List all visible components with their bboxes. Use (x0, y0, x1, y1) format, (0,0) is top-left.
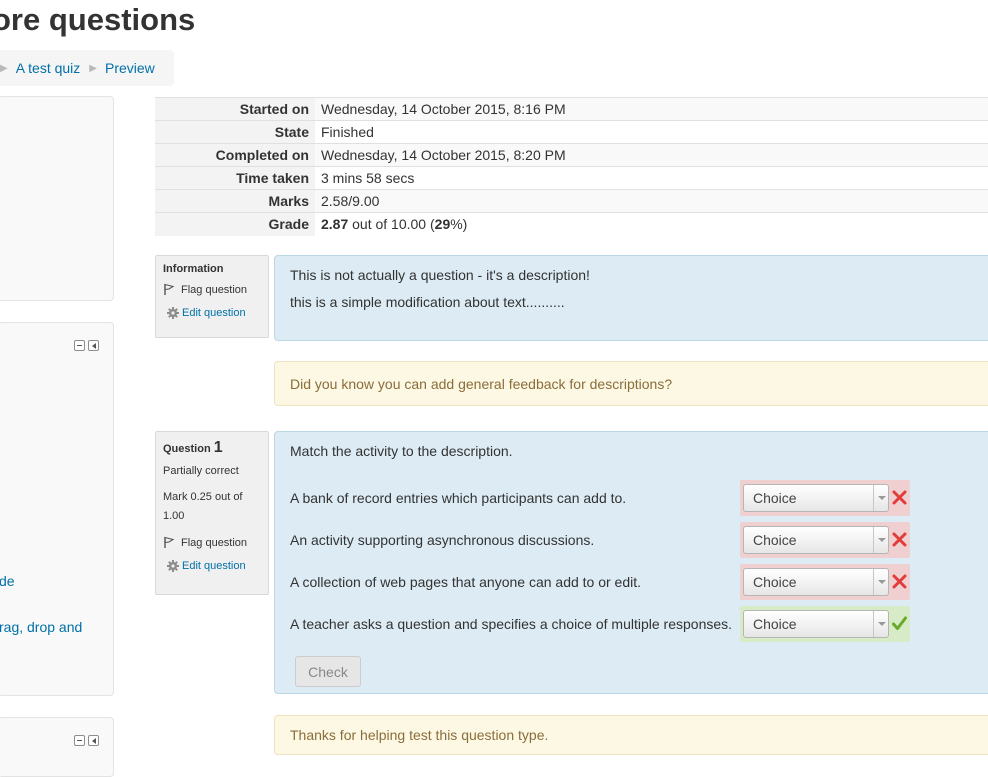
block-controls (74, 340, 99, 351)
summary-label: Time taken (155, 166, 315, 190)
choice-select-value: Choice (753, 532, 797, 548)
table-row: Time taken 3 mins 58 secs (155, 166, 988, 190)
grade-out-of: out of 10.00 ( (348, 216, 435, 233)
table-row: Marks 2.58/9.00 (155, 189, 988, 213)
choice-select-value: Choice (753, 574, 797, 590)
question-prompt: Match the activity to the description. (290, 443, 513, 459)
question-mark-total: 1.00 (163, 510, 185, 522)
flag-question-row[interactable]: Flag question (163, 283, 268, 296)
chevron-down-icon (873, 569, 888, 595)
match-row: A bank of record entries which participa… (275, 480, 988, 516)
flag-question-label[interactable]: Flag question (181, 284, 247, 296)
collapse-icon[interactable] (74, 735, 85, 746)
side-block-link[interactable]: rag, drop and (0, 619, 82, 635)
breadcrumb-separator-icon: ▶ (0, 62, 8, 74)
summary-label: State (155, 120, 315, 144)
table-row: State Finished (155, 120, 988, 144)
summary-value: Finished (315, 120, 988, 144)
choice-select-value: Choice (753, 490, 797, 506)
flag-question-label[interactable]: Flag question (181, 537, 247, 549)
summary-label: Started on (155, 97, 315, 121)
block-controls (74, 735, 99, 746)
grade-score: 2.87 (321, 216, 349, 233)
grade-percent-suffix: %) (450, 216, 468, 233)
chevron-down-icon (873, 611, 888, 637)
side-block (0, 717, 114, 777)
flag-icon[interactable] (163, 536, 175, 549)
information-text: this is a simple modification about text… (290, 294, 565, 310)
breadcrumb-link-quiz[interactable]: A test quiz (16, 60, 81, 76)
answer-cell: Choice (740, 564, 910, 600)
collapse-icon[interactable] (74, 340, 85, 351)
cross-icon (892, 490, 907, 505)
answer-cell: Choice (740, 522, 910, 558)
match-row: A collection of web pages that anyone ca… (275, 564, 988, 600)
edit-question-link[interactable]: Edit question (182, 560, 246, 572)
page-title: ore questions (0, 2, 196, 37)
gear-icon (167, 560, 179, 572)
match-prompt: A collection of web pages that anyone ca… (290, 574, 642, 590)
grade-value: 2.87 out of 10.00 (29%) (315, 212, 988, 236)
cross-icon (892, 532, 907, 547)
information-info-panel: Information Flag question Edit question (155, 255, 269, 338)
choice-select[interactable]: Choice (743, 526, 889, 554)
match-prompt: A bank of record entries which participa… (290, 490, 627, 506)
match-prompt: A teacher asks a question and specifies … (290, 616, 733, 632)
summary-value: Wednesday, 14 October 2015, 8:16 PM (315, 97, 988, 121)
summary-label: Completed on (155, 143, 315, 167)
attempt-summary-table: Started on Wednesday, 14 October 2015, 8… (155, 97, 988, 236)
question-content: Match the activity to the description. A… (274, 431, 988, 694)
summary-label: Grade (155, 212, 315, 236)
tick-icon (892, 616, 907, 630)
cross-icon (892, 574, 907, 589)
side-block-link[interactable]: de (0, 573, 15, 589)
choice-select[interactable]: Choice (743, 568, 889, 596)
summary-value: 3 mins 58 secs (315, 166, 988, 190)
breadcrumb-link-preview[interactable]: Preview (105, 60, 155, 76)
chevron-down-icon (873, 527, 888, 553)
gear-icon (167, 307, 179, 319)
flag-question-row[interactable]: Flag question (163, 536, 268, 549)
match-prompt: An activity supporting asynchronous disc… (290, 532, 595, 548)
breadcrumb-separator-icon: ▶ (89, 62, 97, 74)
choice-select[interactable]: Choice (743, 484, 889, 512)
answer-cell: Choice (740, 606, 910, 642)
question-no: 1 (213, 439, 223, 456)
match-row: An activity supporting asynchronous disc… (275, 522, 988, 558)
edit-question-row[interactable]: Edit question (167, 560, 268, 572)
information-content: This is not actually a question - it's a… (274, 255, 988, 341)
information-title: Information (163, 263, 224, 275)
question-mark: Mark 0.25 out of (163, 491, 243, 503)
general-feedback: Did you know you can add general feedbac… (274, 361, 988, 406)
match-row: A teacher asks a question and specifies … (275, 606, 988, 642)
table-row: Started on Wednesday, 14 October 2015, 8… (155, 97, 988, 121)
dock-icon[interactable] (88, 735, 99, 746)
choice-select[interactable]: Choice (743, 610, 889, 638)
question-info-panel: Question 1 Partially correct Mark 0.25 o… (155, 431, 269, 595)
question-number: Question 1 (163, 439, 268, 457)
table-row: Completed on Wednesday, 14 October 2015,… (155, 143, 988, 167)
summary-value: Wednesday, 14 October 2015, 8:20 PM (315, 143, 988, 167)
question-state: Partially correct (163, 465, 239, 477)
flag-icon[interactable] (163, 283, 175, 296)
edit-question-link[interactable]: Edit question (182, 307, 246, 319)
edit-question-row[interactable]: Edit question (167, 307, 268, 319)
answer-cell: Choice (740, 480, 910, 516)
choice-select-value: Choice (753, 616, 797, 632)
check-button[interactable]: Check (295, 656, 361, 687)
question-feedback: Thanks for helping test this question ty… (274, 715, 988, 755)
breadcrumb: ▶ A test quiz ▶ Preview (0, 50, 174, 86)
summary-value: 2.58/9.00 (315, 189, 988, 213)
quiz-navigation-block (0, 96, 114, 301)
question-label: Question (163, 443, 211, 455)
information-text: This is not actually a question - it's a… (290, 267, 590, 283)
summary-label: Marks (155, 189, 315, 213)
side-block: de rag, drop and (0, 322, 114, 696)
table-row: Grade 2.87 out of 10.00 (29%) (155, 212, 988, 236)
grade-percent: 29 (434, 216, 451, 233)
dock-icon[interactable] (88, 340, 99, 351)
chevron-down-icon (873, 485, 888, 511)
